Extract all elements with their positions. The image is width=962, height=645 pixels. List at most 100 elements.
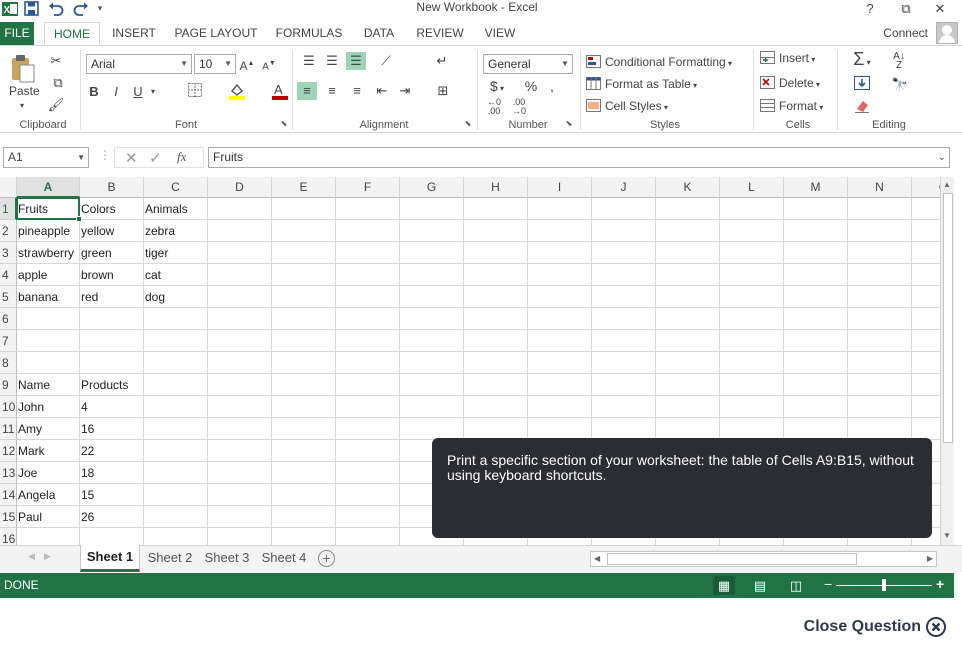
row-header-3[interactable]: 3 xyxy=(0,242,17,264)
connect-link[interactable]: Connect xyxy=(883,22,928,45)
scroll-down-icon[interactable]: ▼ xyxy=(943,531,951,540)
row-header-10[interactable]: 10 xyxy=(0,396,17,418)
cell-d12[interactable] xyxy=(208,440,272,462)
row-header-15[interactable]: 15 xyxy=(0,506,17,528)
bottom-align-icon[interactable]: ☰ xyxy=(346,52,366,70)
cell-i9[interactable] xyxy=(528,374,592,396)
cell-h9[interactable] xyxy=(464,374,528,396)
zoom-in-icon[interactable]: + xyxy=(936,576,944,592)
increase-indent-icon[interactable]: ⇥ xyxy=(396,82,414,100)
paste-button[interactable]: Paste xyxy=(9,83,40,99)
cell-f13[interactable] xyxy=(336,462,400,484)
paste-icon[interactable] xyxy=(10,54,36,84)
cell-i6[interactable] xyxy=(528,308,592,330)
cell-f10[interactable] xyxy=(336,396,400,418)
cell-f4[interactable] xyxy=(336,264,400,286)
cell-e3[interactable] xyxy=(272,242,336,264)
scroll-right-icon[interactable]: ▶ xyxy=(927,554,933,563)
decrease-decimal-icon[interactable]: .00 →0 xyxy=(509,98,529,116)
cell-o10[interactable] xyxy=(912,396,940,418)
column-header-b[interactable]: B xyxy=(80,177,144,198)
cell-h5[interactable] xyxy=(464,286,528,308)
cell-m11[interactable] xyxy=(784,418,848,440)
cell-i1[interactable] xyxy=(528,198,592,220)
merge-center-icon[interactable]: ⊞ xyxy=(432,82,454,100)
cell-a16[interactable] xyxy=(17,528,80,545)
row-header-7[interactable]: 7 xyxy=(0,330,17,352)
column-header-i[interactable]: I xyxy=(528,177,592,198)
cell-f15[interactable] xyxy=(336,506,400,528)
cell-o2[interactable] xyxy=(912,220,940,242)
cell-i4[interactable] xyxy=(528,264,592,286)
cell-c5[interactable]: dog xyxy=(144,286,208,308)
cell-e4[interactable] xyxy=(272,264,336,286)
cell-b4[interactable]: brown xyxy=(80,264,144,286)
cell-b15[interactable]: 26 xyxy=(80,506,144,528)
confirm-entry-icon[interactable]: ✓ xyxy=(149,149,162,167)
sheet-tab-2[interactable]: Sheet 2 xyxy=(143,546,197,571)
row-header-2[interactable]: 2 xyxy=(0,220,17,242)
cell-l7[interactable] xyxy=(720,330,784,352)
tab-home[interactable]: HOME xyxy=(44,22,100,46)
cell-m2[interactable] xyxy=(784,220,848,242)
cell-k3[interactable] xyxy=(656,242,720,264)
cell-l11[interactable] xyxy=(720,418,784,440)
tab-review[interactable]: REVIEW xyxy=(412,22,468,45)
horizontal-scroll-thumb[interactable] xyxy=(607,553,857,565)
cell-b8[interactable] xyxy=(80,352,144,374)
cell-f9[interactable] xyxy=(336,374,400,396)
align-right-icon[interactable]: ≡ xyxy=(348,82,366,100)
cell-j1[interactable] xyxy=(592,198,656,220)
cell-n10[interactable] xyxy=(848,396,912,418)
cell-k6[interactable] xyxy=(656,308,720,330)
italic-button[interactable]: I xyxy=(108,83,124,101)
cell-i5[interactable] xyxy=(528,286,592,308)
fill-handle[interactable] xyxy=(76,216,82,222)
cell-i10[interactable] xyxy=(528,396,592,418)
row-header-9[interactable]: 9 xyxy=(0,374,17,396)
tab-view[interactable]: VIEW xyxy=(478,22,522,45)
cell-g5[interactable] xyxy=(400,286,464,308)
number-dialog-launcher-icon[interactable]: ⬊ xyxy=(564,119,574,128)
percent-button[interactable]: % xyxy=(523,77,539,95)
cell-o1[interactable] xyxy=(912,198,940,220)
increase-font-icon[interactable]: A▲ xyxy=(239,55,255,75)
cell-c2[interactable]: zebra xyxy=(144,220,208,242)
cell-k7[interactable] xyxy=(656,330,720,352)
cell-n2[interactable] xyxy=(848,220,912,242)
cell-e1[interactable] xyxy=(272,198,336,220)
cell-i2[interactable] xyxy=(528,220,592,242)
cell-o11[interactable] xyxy=(912,418,940,440)
cell-k10[interactable] xyxy=(656,396,720,418)
column-header-o[interactable]: O xyxy=(912,177,940,198)
column-header-k[interactable]: K xyxy=(656,177,720,198)
cell-h8[interactable] xyxy=(464,352,528,374)
cell-c13[interactable] xyxy=(144,462,208,484)
font-color-icon[interactable]: A xyxy=(269,82,291,105)
cell-e15[interactable] xyxy=(272,506,336,528)
cell-d9[interactable] xyxy=(208,374,272,396)
normal-view-icon[interactable]: ▦ xyxy=(713,576,735,595)
cell-k4[interactable] xyxy=(656,264,720,286)
cell-c12[interactable] xyxy=(144,440,208,462)
cell-n4[interactable] xyxy=(848,264,912,286)
cell-m3[interactable] xyxy=(784,242,848,264)
cell-e13[interactable] xyxy=(272,462,336,484)
bold-button[interactable]: B xyxy=(86,83,102,101)
row-header-13[interactable]: 13 xyxy=(0,462,17,484)
cell-f5[interactable] xyxy=(336,286,400,308)
cell-styles-button[interactable]: Cell Styles ▾ xyxy=(586,98,668,116)
cell-d4[interactable] xyxy=(208,264,272,286)
cell-f14[interactable] xyxy=(336,484,400,506)
cell-a3[interactable]: strawberry xyxy=(17,242,80,264)
cell-l2[interactable] xyxy=(720,220,784,242)
sheet-tab-1[interactable]: Sheet 1 xyxy=(80,545,140,572)
top-align-icon[interactable]: ☰ xyxy=(300,52,318,70)
fill-icon[interactable] xyxy=(848,76,876,95)
sheet-tab-3[interactable]: Sheet 3 xyxy=(200,546,254,571)
currency-button[interactable]: $ ▾ xyxy=(484,77,510,98)
cell-l10[interactable] xyxy=(720,396,784,418)
tab-page-layout[interactable]: PAGE LAYOUT xyxy=(172,22,260,45)
cell-c10[interactable] xyxy=(144,396,208,418)
cell-o5[interactable] xyxy=(912,286,940,308)
